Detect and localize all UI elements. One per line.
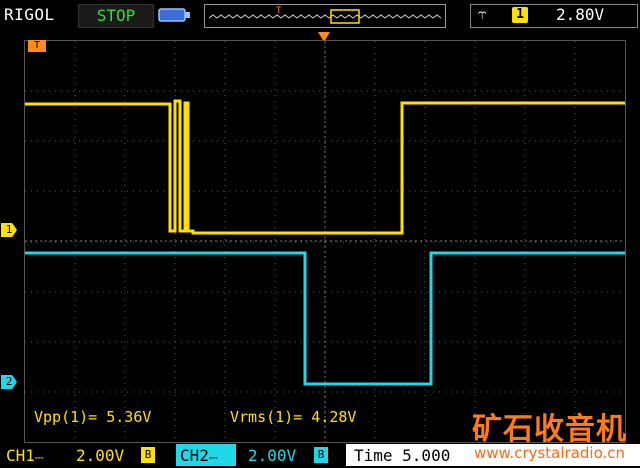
ch2-scale[interactable]: 2.00V: [248, 446, 296, 465]
memory-position-bar[interactable]: T: [204, 4, 446, 28]
ch1-bandwidth-badge: B: [141, 447, 155, 463]
ch2-bandwidth-badge: B: [314, 447, 328, 463]
trigger-level-value: 2.80V: [556, 5, 605, 24]
waveform-canvas: [25, 41, 625, 442]
vpp-measurement: Vpp(1)= 5.36V: [34, 408, 152, 426]
timebase-value[interactable]: Time 5.000: [354, 446, 450, 465]
waveform-display: [24, 40, 626, 443]
run-stop-status[interactable]: STOP: [78, 4, 154, 28]
ch2-ground-marker[interactable]: 2: [1, 375, 17, 389]
watermark-logo: 矿石收音机: [472, 412, 627, 447]
trigger-source-badge: 1: [512, 7, 528, 23]
trigger-info-panel[interactable]: [470, 4, 638, 28]
rising-edge-icon: ⥾: [478, 5, 487, 23]
dc-coupling-icon: ⎓: [34, 451, 44, 464]
ch2-label[interactable]: CH2⎓: [180, 446, 218, 465]
ch1-label[interactable]: CH1⎓: [6, 446, 44, 465]
brand-label: RIGOL: [4, 5, 55, 24]
graticule-center-axes: [25, 41, 625, 442]
ch1-ground-marker[interactable]: 1: [1, 223, 17, 237]
usb-storage-icon: [158, 8, 190, 22]
memory-trigger-marker: T: [276, 6, 282, 16]
ch1-scale[interactable]: 2.00V: [76, 446, 124, 465]
watermark-url: www.crystalradio.cn: [474, 444, 626, 462]
trigger-level-marker[interactable]: T: [28, 40, 46, 52]
memory-waveform-overview: T: [208, 6, 442, 24]
dc-coupling-icon: ⎓: [208, 451, 218, 464]
vrms-measurement: Vrms(1)= 4.28V: [230, 408, 357, 426]
